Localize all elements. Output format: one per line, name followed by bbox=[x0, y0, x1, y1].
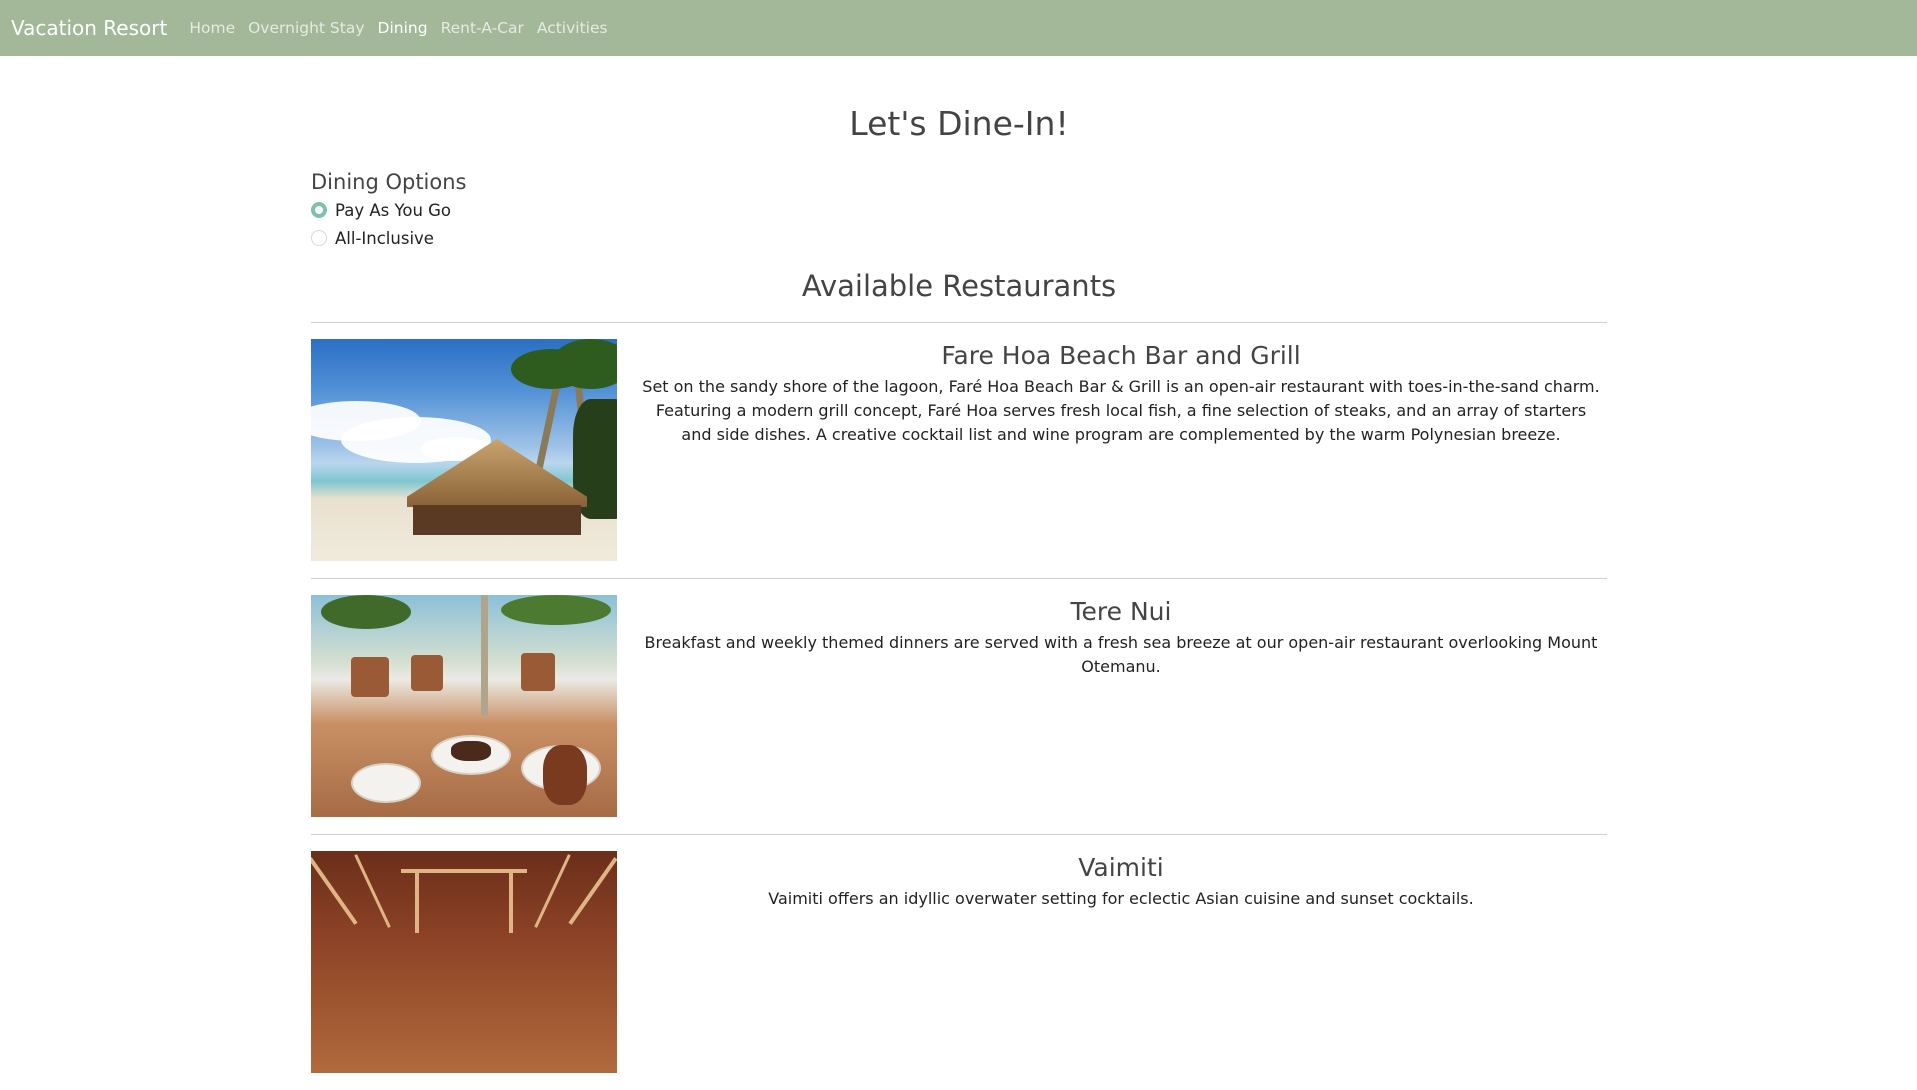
nav-link-overnight-stay[interactable]: Overnight Stay bbox=[246, 19, 366, 37]
restaurant-name: Vaimiti bbox=[1078, 853, 1164, 882]
restaurant-info: Tere Nui Breakfast and weekly themed din… bbox=[617, 595, 1607, 834]
breakfast-table-photo bbox=[311, 595, 617, 817]
restaurant-name: Tere Nui bbox=[1070, 597, 1172, 626]
option-pay-as-you-go[interactable]: Pay As You Go bbox=[311, 196, 1607, 224]
main-content: Let's Dine-In! Dining Options Pay As You… bbox=[311, 56, 1607, 1090]
radio-all-inclusive[interactable] bbox=[311, 230, 327, 246]
restaurant-card: Vaimiti Vaimiti offers an idyllic overwa… bbox=[311, 835, 1607, 1090]
dining-options: Dining Options Pay As You Go All-Inclusi… bbox=[311, 168, 1607, 252]
restaurant-card: Tere Nui Breakfast and weekly themed din… bbox=[311, 579, 1607, 834]
brand-logo[interactable]: Vacation Resort bbox=[11, 16, 167, 40]
restaurant-description: Vaimiti offers an idyllic overwater sett… bbox=[768, 889, 1474, 908]
option-label: All-Inclusive bbox=[335, 228, 434, 248]
dining-options-heading: Dining Options bbox=[311, 170, 467, 194]
nav-link-dining[interactable]: Dining bbox=[376, 19, 430, 37]
beach-hut-photo bbox=[311, 339, 617, 561]
restaurant-info: Vaimiti Vaimiti offers an idyllic overwa… bbox=[617, 851, 1607, 1090]
page-title: Let's Dine-In! bbox=[849, 104, 1069, 143]
top-navbar: Vacation Resort Home Overnight Stay Dini… bbox=[0, 0, 1917, 56]
restaurant-description: Breakfast and weekly themed dinners are … bbox=[644, 633, 1598, 676]
restaurant-description: Set on the sandy shore of the lagoon, Fa… bbox=[642, 377, 1600, 444]
restaurants-section-title: Available Restaurants bbox=[801, 269, 1117, 303]
restaurant-info: Fare Hoa Beach Bar and Grill Set on the … bbox=[617, 339, 1607, 578]
option-all-inclusive[interactable]: All-Inclusive bbox=[311, 224, 1607, 252]
nav-link-home[interactable]: Home bbox=[187, 19, 237, 37]
nav-link-rent-a-car[interactable]: Rent-A-Car bbox=[439, 19, 526, 37]
nav-link-activities[interactable]: Activities bbox=[535, 19, 610, 37]
restaurant-card: Fare Hoa Beach Bar and Grill Set on the … bbox=[311, 323, 1607, 578]
option-label: Pay As You Go bbox=[335, 200, 452, 220]
restaurant-name: Fare Hoa Beach Bar and Grill bbox=[941, 341, 1301, 370]
radio-pay-as-you-go[interactable] bbox=[311, 202, 327, 218]
overwater-restaurant-photo bbox=[311, 851, 617, 1073]
